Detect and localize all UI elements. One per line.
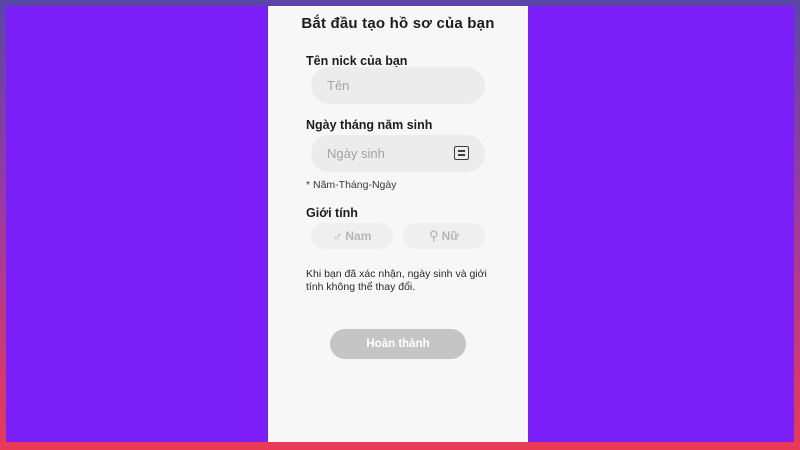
gender-label: Giới tính bbox=[306, 206, 358, 220]
finish-button[interactable]: Hoàn thành bbox=[330, 329, 466, 359]
profile-setup-screen: Bắt đầu tạo hồ sơ của bạn Tên nick của b… bbox=[268, 6, 528, 442]
calendar-icon[interactable] bbox=[454, 146, 469, 160]
nickname-input[interactable]: Tên bbox=[311, 67, 485, 104]
date-format-hint: * Năm-Tháng-Ngày bbox=[306, 179, 397, 191]
male-icon: ♂ bbox=[332, 228, 343, 244]
female-icon: ⚲ bbox=[429, 228, 439, 243]
birthdate-placeholder: Ngày sinh bbox=[327, 146, 385, 161]
gender-female-button[interactable]: ⚲ Nữ bbox=[403, 223, 485, 249]
page-title: Bắt đầu tạo hồ sơ của bạn bbox=[301, 15, 495, 32]
confirmation-notice: Khi bạn đã xác nhận, ngày sinh và giới t… bbox=[306, 268, 487, 294]
gender-male-label: Nam bbox=[345, 229, 372, 243]
nickname-label: Tên nick của bạn bbox=[306, 54, 408, 68]
nickname-placeholder: Tên bbox=[327, 78, 350, 93]
birthdate-input[interactable]: Ngày sinh bbox=[311, 135, 485, 172]
gender-male-button[interactable]: ♂ Nam bbox=[311, 223, 393, 249]
birthdate-label: Ngày tháng năm sinh bbox=[306, 118, 433, 132]
gender-female-label: Nữ bbox=[441, 229, 459, 243]
